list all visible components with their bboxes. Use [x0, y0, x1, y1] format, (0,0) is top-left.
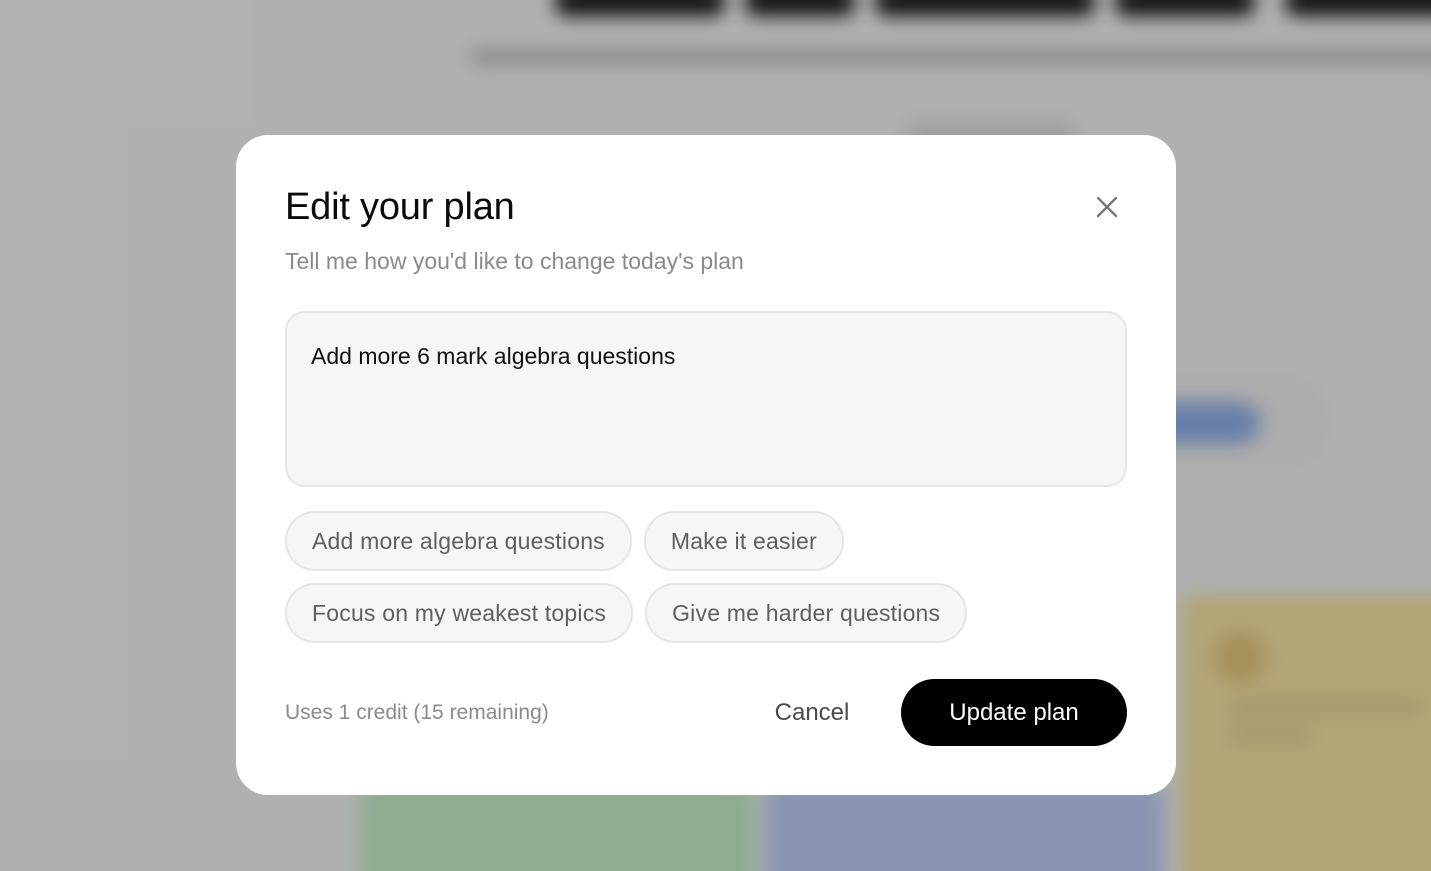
suggestion-chip-row: Add more algebra questions Make it easie… [285, 511, 1127, 571]
suggestion-chip-make-easier[interactable]: Make it easier [643, 511, 844, 571]
close-button[interactable] [1092, 192, 1122, 222]
dialog-title: Edit your plan [285, 186, 515, 228]
suggestion-chip-harder-questions[interactable]: Give me harder questions [645, 583, 968, 643]
suggestion-chip-weakest-topics[interactable]: Focus on my weakest topics [285, 583, 634, 643]
update-plan-button[interactable]: Update plan [901, 679, 1127, 746]
suggestion-chip-row: Focus on my weakest topics Give me harde… [285, 583, 1127, 643]
cancel-button[interactable]: Cancel [751, 688, 873, 738]
plan-change-input[interactable]: Add more 6 mark algebra questions [285, 311, 1127, 487]
credit-usage-note: Uses 1 credit (15 remaining) [285, 700, 549, 724]
suggestion-chips: Add more algebra questions Make it easie… [285, 511, 1127, 643]
dialog-subtitle: Tell me how you'd like to change today's… [285, 248, 744, 274]
edit-plan-dialog: Edit your plan Tell me how you'd like to… [236, 135, 1176, 795]
dialog-footer: Uses 1 credit (15 remaining) Cancel Upda… [285, 679, 1127, 746]
dialog-actions: Cancel Update plan [751, 679, 1127, 746]
close-icon [1096, 196, 1118, 218]
suggestion-chip-add-algebra[interactable]: Add more algebra questions [285, 511, 632, 571]
